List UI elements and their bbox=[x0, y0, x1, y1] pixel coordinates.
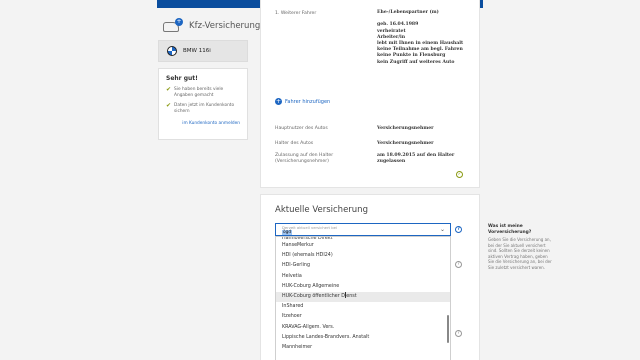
section-title: Aktuelle Versicherung bbox=[275, 205, 368, 215]
driver-details: Ehe-/Lebenspartner (m) geb. 16.04.1989 v… bbox=[377, 10, 464, 65]
dropdown-scrollbar[interactable] bbox=[447, 315, 449, 343]
dropdown-option[interactable]: HDI-Gerling bbox=[276, 261, 450, 271]
side-help-body: Geben Sie die Versicherung an, bei der S… bbox=[488, 237, 552, 270]
dropdown-option[interactable]: Itzehoer bbox=[276, 312, 450, 322]
main-user-label: Hauptnutzer des Autos bbox=[275, 126, 328, 131]
dropdown-option-highlighted[interactable]: HUK-Coburg öffentlicher Dienst bbox=[276, 291, 450, 303]
car-name: BMW 116i bbox=[183, 48, 211, 54]
check-icon: ✔ bbox=[166, 86, 172, 93]
registration-value: am 18.09.2015 auf den Halter zugelassen bbox=[377, 153, 455, 165]
progress-praise-box: Sehr gut! ✔ Sie haben bereits viele Anga… bbox=[158, 68, 248, 140]
registration-label: Zulassung auf den Halter (Versicherungsn… bbox=[275, 153, 334, 164]
bmw-logo-icon bbox=[167, 46, 177, 56]
plus-icon: + bbox=[275, 98, 282, 105]
praise-item: ✔ Daten jetzt im Kundenkonto sichern bbox=[166, 102, 235, 115]
car-summary: BMW 116i bbox=[158, 40, 248, 62]
login-link[interactable]: im Kundenkonto anmelden bbox=[166, 121, 240, 126]
praise-item: ✔ Sie haben bereits viele Angaben gemach… bbox=[166, 86, 224, 99]
add-driver-button[interactable]: + Fahrer hinzufügen bbox=[275, 98, 330, 105]
check-icon: ✔ bbox=[166, 102, 172, 109]
dropdown-option[interactable]: HDI (ehemals HDI24) bbox=[276, 251, 450, 261]
help-icon[interactable]: ? bbox=[455, 261, 462, 268]
brand: + Kfz-Versicherung bbox=[163, 18, 260, 34]
dropdown-option[interactable]: InShared bbox=[276, 302, 450, 312]
insurer-dropdown-list[interactable]: Hannoversche Direkt HanseMerkur HDI (ehe… bbox=[275, 236, 451, 360]
check-circle-icon: ✓ bbox=[456, 171, 463, 178]
driver-label: 1. Weiterer Fahrer bbox=[275, 11, 317, 16]
dropdown-option[interactable]: Lippische Landes-Brandvers. Anstalt bbox=[276, 333, 450, 343]
dropdown-option[interactable]: Mannheimer bbox=[276, 343, 450, 353]
praise-title: Sehr gut! bbox=[166, 75, 198, 82]
side-help: Was ist meine Vorversicherung? Geben Sie… bbox=[488, 224, 552, 271]
side-help-title: Was ist meine Vorversicherung? bbox=[488, 224, 532, 235]
insurer-combobox[interactable]: Derzeit aktuell versichert bei ögd ⌄ bbox=[275, 223, 451, 236]
dropdown-option[interactable]: HanseMerkur bbox=[276, 241, 450, 251]
brand-title: Kfz-Versicherung bbox=[189, 21, 261, 31]
main-user-value: Versicherungsnehmer bbox=[377, 126, 434, 131]
dropdown-option[interactable]: HUK-Coburg Allgemeine bbox=[276, 282, 450, 292]
dropdown-option[interactable]: KRAVAG-Allgem. Vers. bbox=[276, 323, 450, 333]
help-icon[interactable]: ? bbox=[455, 330, 462, 337]
mouse-cursor bbox=[344, 292, 346, 299]
current-insurance-card: Aktuelle Versicherung Derzeit aktuell ve… bbox=[260, 194, 480, 360]
dropdown-option[interactable]: Helvetia bbox=[276, 272, 450, 282]
chevron-down-icon[interactable]: ⌄ bbox=[440, 226, 445, 233]
holder-label: Halter des Autos bbox=[275, 141, 314, 146]
insurer-typed-text[interactable]: ögd bbox=[282, 230, 293, 235]
driver-summary-card: 1. Weiterer Fahrer Ehe-/Lebenspartner (m… bbox=[260, 0, 480, 188]
car-insurance-icon: + bbox=[163, 18, 183, 34]
holder-value: Versicherungsnehmer bbox=[377, 141, 434, 146]
help-icon[interactable]: ? bbox=[455, 226, 462, 233]
